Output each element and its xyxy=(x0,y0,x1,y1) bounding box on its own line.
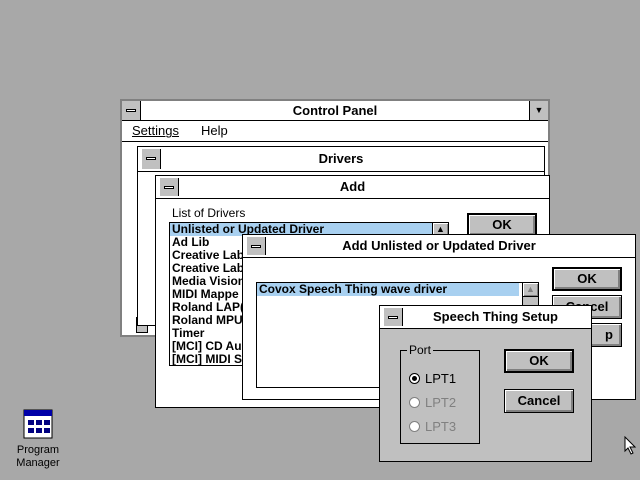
program-manager-icon[interactable]: Program Manager xyxy=(12,408,64,472)
system-menu-icon[interactable] xyxy=(142,149,161,169)
list-of-drivers-label: List of Drivers xyxy=(172,206,246,220)
lpt1-radio[interactable] xyxy=(409,373,420,384)
speech-ok-button[interactable]: OK xyxy=(504,349,574,373)
control-panel-title: Control Panel xyxy=(292,103,378,118)
control-panel-titlebar[interactable]: Control Panel ▼ xyxy=(122,101,548,121)
mouse-cursor-icon xyxy=(624,436,637,455)
program-manager-icon-graphic xyxy=(23,409,53,439)
port-group-label: Port xyxy=(407,343,434,357)
add-unlisted-titlebar[interactable]: Add Unlisted or Updated Driver xyxy=(243,235,635,258)
system-menu-icon[interactable] xyxy=(384,308,403,326)
speech-cancel-button[interactable]: Cancel xyxy=(504,389,574,413)
system-menu-icon[interactable] xyxy=(122,101,141,120)
control-panel-menubar: Settings Help xyxy=(122,121,548,142)
scroll-up-icon[interactable]: ▲ xyxy=(523,283,538,297)
lpt2-radio[interactable] xyxy=(409,397,420,408)
system-menu-icon[interactable] xyxy=(247,237,266,255)
system-menu-icon[interactable] xyxy=(160,178,179,196)
minimize-icon[interactable]: ▼ xyxy=(529,101,548,120)
add-unlisted-title: Add Unlisted or Updated Driver xyxy=(342,238,536,253)
add-title: Add xyxy=(339,179,366,194)
list-item[interactable]: Covox Speech Thing wave driver xyxy=(257,283,519,296)
lpt1-label[interactable]: LPT1 xyxy=(425,371,456,386)
menu-help[interactable]: Help xyxy=(201,121,228,141)
add-titlebar[interactable]: Add xyxy=(156,176,549,199)
port-groupbox: Port LPT1 LPT2 LPT3 xyxy=(400,343,480,444)
speech-setup-dialog: Speech Thing Setup Port LPT1 LPT2 LPT3 O… xyxy=(379,305,592,462)
drivers-title: Drivers xyxy=(318,151,364,166)
program-manager-label: Program Manager xyxy=(16,444,60,469)
lpt2-label[interactable]: LPT2 xyxy=(425,395,456,410)
speech-setup-title: Speech Thing Setup xyxy=(433,309,558,324)
lpt3-radio[interactable] xyxy=(409,421,420,432)
lpt3-label[interactable]: LPT3 xyxy=(425,419,456,434)
drivers-titlebar[interactable]: Drivers xyxy=(138,147,544,172)
speech-setup-titlebar[interactable]: Speech Thing Setup xyxy=(380,306,591,329)
unlisted-ok-button[interactable]: OK xyxy=(552,267,622,291)
menu-settings[interactable]: Settings xyxy=(132,121,179,141)
